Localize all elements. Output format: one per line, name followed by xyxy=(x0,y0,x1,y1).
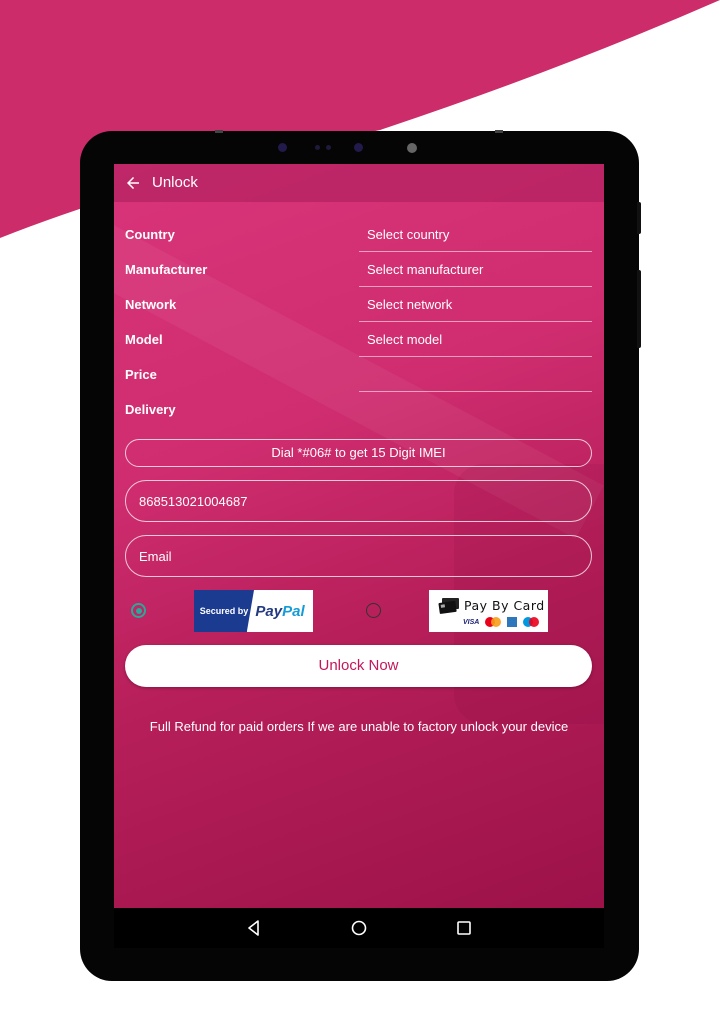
home-circle-icon[interactable] xyxy=(349,918,369,938)
country-select[interactable]: Select country xyxy=(359,217,592,252)
country-label: Country xyxy=(125,227,175,242)
imei-input[interactable]: 868513021004687 xyxy=(125,480,592,522)
amex-icon xyxy=(507,617,518,627)
paypal-logo-pal: Pal xyxy=(282,602,305,620)
page-title: Unlock xyxy=(152,174,198,191)
manufacturer-select[interactable]: Select manufacturer xyxy=(359,252,592,287)
app-screen: Unlock Country Manufacturer Network Mode… xyxy=(114,164,604,908)
sensor-icon xyxy=(315,145,320,150)
manufacturer-select-value: Select manufacturer xyxy=(367,262,484,277)
maestro-icon xyxy=(523,617,540,627)
model-select-value: Select model xyxy=(367,332,443,347)
card-option-title: Pay By Card xyxy=(464,598,545,613)
paypal-radio[interactable] xyxy=(131,603,146,618)
tablet-top-button xyxy=(495,130,503,133)
visa-icon: VISA xyxy=(463,618,480,626)
paypal-logo: Pay Pal xyxy=(247,590,313,632)
price-field xyxy=(359,357,592,392)
manufacturer-label: Manufacturer xyxy=(125,262,208,277)
paypal-secured-label: Secured by xyxy=(194,590,254,632)
imei-input-value: 868513021004687 xyxy=(139,494,248,509)
camera-icon xyxy=(278,143,287,152)
delivery-label: Delivery xyxy=(125,402,176,417)
country-select-value: Select country xyxy=(367,227,450,242)
email-input[interactable]: Email xyxy=(125,535,592,577)
light-sensor-icon xyxy=(407,143,417,153)
tablet-top-button xyxy=(215,130,223,133)
mastercard-icon xyxy=(485,617,502,627)
app-bar: Unlock xyxy=(114,164,604,202)
email-input-placeholder: Email xyxy=(139,549,172,564)
card-radio[interactable] xyxy=(366,603,381,618)
arrow-left-icon[interactable] xyxy=(124,174,142,192)
paypal-logo-pay: Pay xyxy=(255,602,283,620)
imei-hint-button[interactable]: Dial *#06# to get 15 Digit IMEI xyxy=(125,439,592,467)
network-select-value: Select network xyxy=(367,297,453,312)
unlock-now-button[interactable]: Unlock Now xyxy=(125,645,592,687)
sensor-icon xyxy=(326,145,331,150)
model-select[interactable]: Select model xyxy=(359,322,592,357)
card-option[interactable]: Pay By Card VISA xyxy=(429,590,548,632)
tablet-power-button xyxy=(637,202,641,234)
camera-icon xyxy=(354,143,363,152)
back-triangle-icon[interactable] xyxy=(244,918,264,938)
credit-card-icon xyxy=(438,598,459,614)
recents-square-icon[interactable] xyxy=(454,918,474,938)
model-label: Model xyxy=(125,332,163,347)
tablet-volume-button xyxy=(637,270,641,348)
paypal-option[interactable]: Secured by Pay Pal xyxy=(194,590,313,632)
refund-note: Full Refund for paid orders If we are un… xyxy=(149,719,569,734)
android-nav-bar xyxy=(114,908,604,948)
network-label: Network xyxy=(125,297,177,312)
price-label: Price xyxy=(125,367,157,382)
card-brand-logos: VISA xyxy=(463,617,540,627)
network-select[interactable]: Select network xyxy=(359,287,592,322)
